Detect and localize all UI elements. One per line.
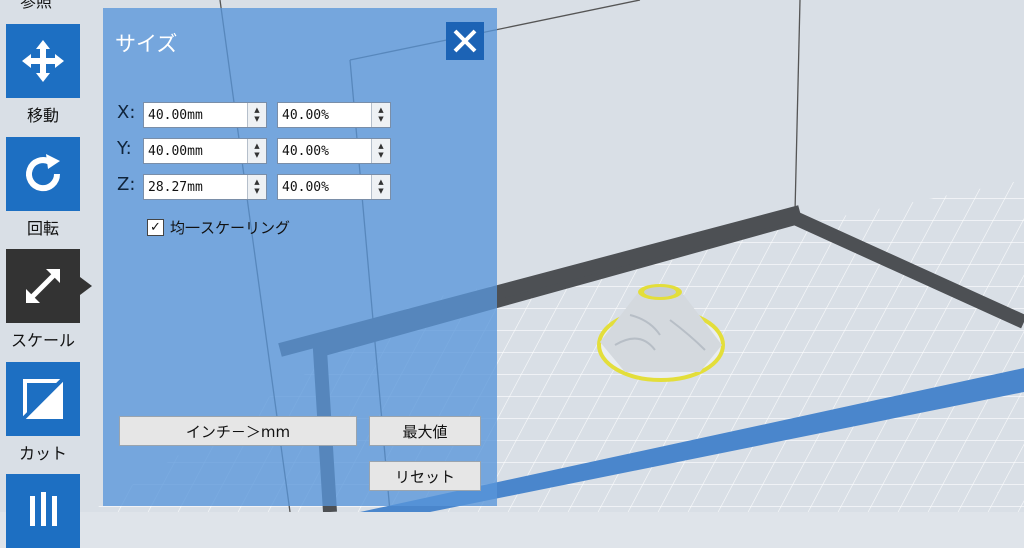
toolbar-partial-label: 参照	[20, 0, 53, 11]
uniform-scaling-label: 均一スケーリング	[170, 219, 291, 237]
reset-button[interactable]: リセット	[369, 461, 481, 491]
tool-scale-label: スケール	[10, 331, 75, 350]
x-percent-stepper[interactable]: ▲ ▼	[371, 103, 390, 127]
inch-to-mm-button[interactable]: インチ－＞mm	[119, 416, 357, 446]
tool-rotate[interactable]: 回転	[6, 137, 82, 239]
x-size-input[interactable]: 40.00mm ▲ ▼	[143, 102, 267, 128]
toolbar: 参照 移動 回転 スケール カット	[0, 0, 92, 548]
uniform-scaling-checkbox[interactable]: ✓ 均一スケーリング	[147, 217, 290, 238]
axis-label-y: Y:	[117, 138, 132, 159]
y-size-input[interactable]: 40.00mm ▲ ▼	[143, 138, 267, 164]
support-button[interactable]	[6, 474, 80, 548]
close-icon	[453, 29, 477, 53]
tool-move[interactable]: 移動	[6, 24, 82, 126]
tool-support[interactable]	[6, 474, 82, 548]
x-size-stepper[interactable]: ▲ ▼	[247, 103, 266, 127]
move-button[interactable]	[6, 24, 80, 98]
close-button[interactable]	[446, 22, 484, 60]
axis-label-x: X:	[117, 102, 136, 123]
scale-button[interactable]	[6, 249, 80, 323]
y-size-value: 40.00mm	[148, 143, 203, 159]
rotate-icon	[26, 154, 61, 192]
x-percent-value: 40.00%	[282, 107, 329, 123]
panel-title: サイズ	[115, 32, 178, 56]
tool-scale[interactable]: スケール	[6, 249, 92, 351]
tool-cut-label: カット	[18, 444, 67, 463]
z-percent-stepper[interactable]: ▲ ▼	[371, 175, 390, 199]
y-percent-stepper[interactable]: ▲ ▼	[371, 139, 390, 163]
y-size-stepper[interactable]: ▲ ▼	[247, 139, 266, 163]
y-percent-value: 40.00%	[282, 143, 329, 159]
tool-rotate-label: 回転	[26, 219, 59, 238]
move-icon	[22, 40, 64, 82]
size-panel: サイズ X: 40.00mm ▲ ▼ 40.00% ▲ ▼ Y: 40.00mm ▲…	[103, 8, 497, 506]
cut-button[interactable]	[6, 362, 80, 436]
z-size-stepper[interactable]: ▲ ▼	[247, 175, 266, 199]
z-percent-value: 40.00%	[282, 179, 329, 195]
z-size-value: 28.27mm	[148, 179, 203, 195]
support-icon	[30, 492, 57, 526]
scale-icon	[26, 269, 60, 303]
axis-label-z: Z:	[117, 174, 136, 195]
x-size-value: 40.00mm	[148, 107, 203, 123]
tool-cut[interactable]: カット	[6, 362, 82, 464]
cut-icon	[20, 376, 66, 422]
tool-move-label: 移動	[26, 106, 59, 125]
z-size-input[interactable]: 28.27mm ▲ ▼	[143, 174, 267, 200]
rotate-button[interactable]	[6, 137, 80, 211]
x-percent-input[interactable]: 40.00% ▲ ▼	[277, 102, 391, 128]
y-percent-input[interactable]: 40.00% ▲ ▼	[277, 138, 391, 164]
max-button[interactable]: 最大値	[369, 416, 481, 446]
z-percent-input[interactable]: 40.00% ▲ ▼	[277, 174, 391, 200]
checkmark-icon: ✓	[147, 219, 164, 236]
